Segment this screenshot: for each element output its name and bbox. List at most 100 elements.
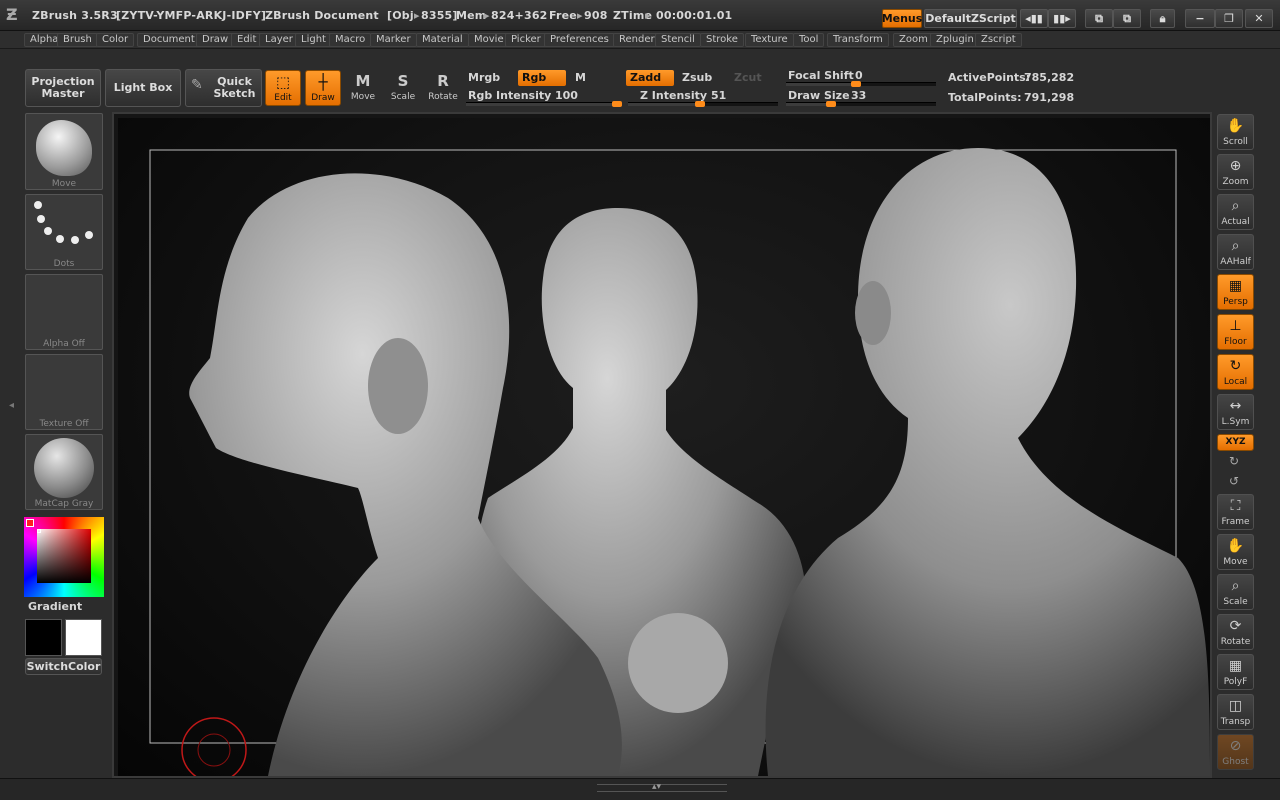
light-box-button[interactable]: Light Box xyxy=(105,69,181,107)
next-layout-icon[interactable]: ▮▮▸ xyxy=(1048,9,1076,28)
lock-icon[interactable]: 🔒︎ xyxy=(1150,9,1175,28)
window-tile-icon[interactable]: ⧉ xyxy=(1085,9,1113,28)
menu-movie[interactable]: Movie xyxy=(468,33,510,47)
document-canvas-frame xyxy=(112,112,1212,778)
ghost-button[interactable]: ⊘ Ghost xyxy=(1217,734,1254,770)
menu-document[interactable]: Document xyxy=(137,33,201,47)
focal-shift-slider[interactable] xyxy=(786,81,936,87)
menu-material[interactable]: Material xyxy=(416,33,469,47)
bottom-tray-handle[interactable] xyxy=(597,784,727,792)
stroke-thumbnail[interactable]: Dots xyxy=(25,194,103,270)
menu-zplugin[interactable]: Zplugin xyxy=(930,33,980,47)
gradient-label[interactable]: Gradient xyxy=(28,600,82,613)
texture-thumbnail[interactable]: Texture Off xyxy=(25,354,103,430)
floor-label: Floor xyxy=(1224,337,1247,347)
rgb-intensity-slider[interactable] xyxy=(466,101,622,107)
projection-master-button[interactable]: Projection Master xyxy=(25,69,101,107)
floor-button[interactable]: ⊥ Floor xyxy=(1217,314,1254,350)
menu-render[interactable]: Render xyxy=(613,33,661,47)
move-view-button[interactable]: ✋ Move xyxy=(1217,534,1254,570)
close-icon[interactable]: ✕ xyxy=(1245,9,1273,28)
color-picker[interactable] xyxy=(24,517,104,597)
m-button[interactable]: M xyxy=(575,71,586,84)
quick-sketch-button[interactable]: ✎ Quick Sketch xyxy=(185,69,262,107)
draw-button[interactable]: ┼ Draw xyxy=(305,70,341,106)
symmetry-icon: ↔ xyxy=(1229,398,1242,414)
transp-button[interactable]: ◫ Transp xyxy=(1217,694,1254,730)
persp-button[interactable]: ▦ Persp xyxy=(1217,274,1254,310)
stroke-caption: Dots xyxy=(53,259,75,269)
material-thumbnail[interactable]: MatCap Gray xyxy=(25,434,103,510)
color-saturation-square[interactable] xyxy=(37,529,91,583)
restore-icon[interactable]: ❐ xyxy=(1215,9,1243,28)
main-color-swatch[interactable] xyxy=(65,619,102,656)
minimize-icon[interactable]: − xyxy=(1185,9,1215,28)
menu-zoom[interactable]: Zoom xyxy=(893,33,934,47)
scale-view-button[interactable]: ⌕ Scale xyxy=(1217,574,1254,610)
mrgb-button[interactable]: Mrgb xyxy=(468,71,500,84)
switch-color-button[interactable]: SwitchColor xyxy=(25,658,102,675)
scroll-button[interactable]: ✋ Scroll xyxy=(1217,114,1254,150)
brush-thumbnail[interactable]: Move xyxy=(25,113,103,190)
rotate-z-icon[interactable]: ↺ xyxy=(1229,474,1243,488)
move-button[interactable]: M Move xyxy=(345,70,381,106)
menu-light[interactable]: Light xyxy=(295,33,332,47)
z-intensity-slider[interactable] xyxy=(628,101,778,107)
edit-button[interactable]: ⬚ Edit xyxy=(265,70,301,106)
local-label: Local xyxy=(1223,377,1248,387)
zsub-button[interactable]: Zsub xyxy=(682,71,712,84)
menu-stencil[interactable]: Stencil xyxy=(655,33,701,47)
document-canvas[interactable] xyxy=(118,118,1210,776)
bottom-tray-arrow-icon[interactable]: ▴▾ xyxy=(652,782,661,792)
zadd-button[interactable]: Zadd xyxy=(626,70,674,86)
rotate-button[interactable]: R Rotate xyxy=(425,70,461,106)
magnifier-plus-icon: ⊕ xyxy=(1229,158,1242,174)
menu-marker[interactable]: Marker xyxy=(370,33,417,47)
default-zscript-button[interactable]: DefaultZScript xyxy=(924,9,1017,28)
draw-size-slider[interactable] xyxy=(786,101,936,107)
zoom-button[interactable]: ⊕ Zoom xyxy=(1217,154,1254,190)
frame-button[interactable]: ⛶ Frame xyxy=(1217,494,1254,530)
menu-color[interactable]: Color xyxy=(96,33,135,47)
polyf-button[interactable]: ▦ PolyF xyxy=(1217,654,1254,690)
menu-brush[interactable]: Brush xyxy=(57,33,98,47)
menu-tool[interactable]: Tool xyxy=(793,33,825,47)
alpha-thumbnail[interactable]: Alpha Off xyxy=(25,274,103,350)
total-points-label: TotalPoints: xyxy=(948,91,1022,104)
menu-transform[interactable]: Transform xyxy=(827,33,889,47)
menu-preferences[interactable]: Preferences xyxy=(544,33,615,47)
mem-value: 824+362 xyxy=(491,9,548,22)
primary-color-marker xyxy=(26,519,34,527)
menu-draw[interactable]: Draw xyxy=(196,33,235,47)
rgb-button[interactable]: Rgb xyxy=(518,70,566,86)
rotate-view-button[interactable]: ⟳ Rotate xyxy=(1217,614,1254,650)
menu-macro[interactable]: Macro xyxy=(329,33,372,47)
menu-edit[interactable]: Edit xyxy=(231,33,263,47)
sculpt-viewport[interactable] xyxy=(118,118,1210,776)
menus-button[interactable]: Menus xyxy=(882,9,922,28)
lsym-button[interactable]: ↔ L.Sym xyxy=(1217,394,1254,430)
secondary-color-swatch[interactable] xyxy=(25,619,62,656)
brush-preview-icon xyxy=(36,120,92,176)
window-cascade-icon[interactable]: ⧉ xyxy=(1113,9,1141,28)
xyz-button[interactable]: XYZ xyxy=(1217,434,1254,451)
move-hand-icon: ✋ xyxy=(1226,538,1245,554)
menu-stroke[interactable]: Stroke xyxy=(700,33,744,47)
perspective-grid-icon: ▦ xyxy=(1228,278,1243,294)
prev-layout-icon[interactable]: ◂▮▮ xyxy=(1020,9,1048,28)
menu-picker[interactable]: Picker xyxy=(505,33,547,47)
left-tray-arrow-icon[interactable]: ◂ xyxy=(9,400,14,411)
aahalf-button[interactable]: ⌕ AAHalf xyxy=(1217,234,1254,270)
right-figure-sculpt[interactable] xyxy=(765,148,1210,776)
local-button[interactable]: ↻ Local xyxy=(1217,354,1254,390)
scale-button[interactable]: S Scale xyxy=(385,70,421,106)
move-label: Move xyxy=(350,92,376,102)
menu-zscript[interactable]: Zscript xyxy=(975,33,1022,47)
menu-layer[interactable]: Layer xyxy=(259,33,299,47)
rotate-y-icon[interactable]: ↻ xyxy=(1229,454,1243,468)
menu-texture[interactable]: Texture xyxy=(745,33,794,47)
actual-button[interactable]: ⌕ Actual xyxy=(1217,194,1254,230)
menu-bar: Alpha Brush Color Document Draw Edit Lay… xyxy=(0,31,1280,49)
zcut-button[interactable]: Zcut xyxy=(734,71,762,84)
persp-label: Persp xyxy=(1223,297,1248,307)
